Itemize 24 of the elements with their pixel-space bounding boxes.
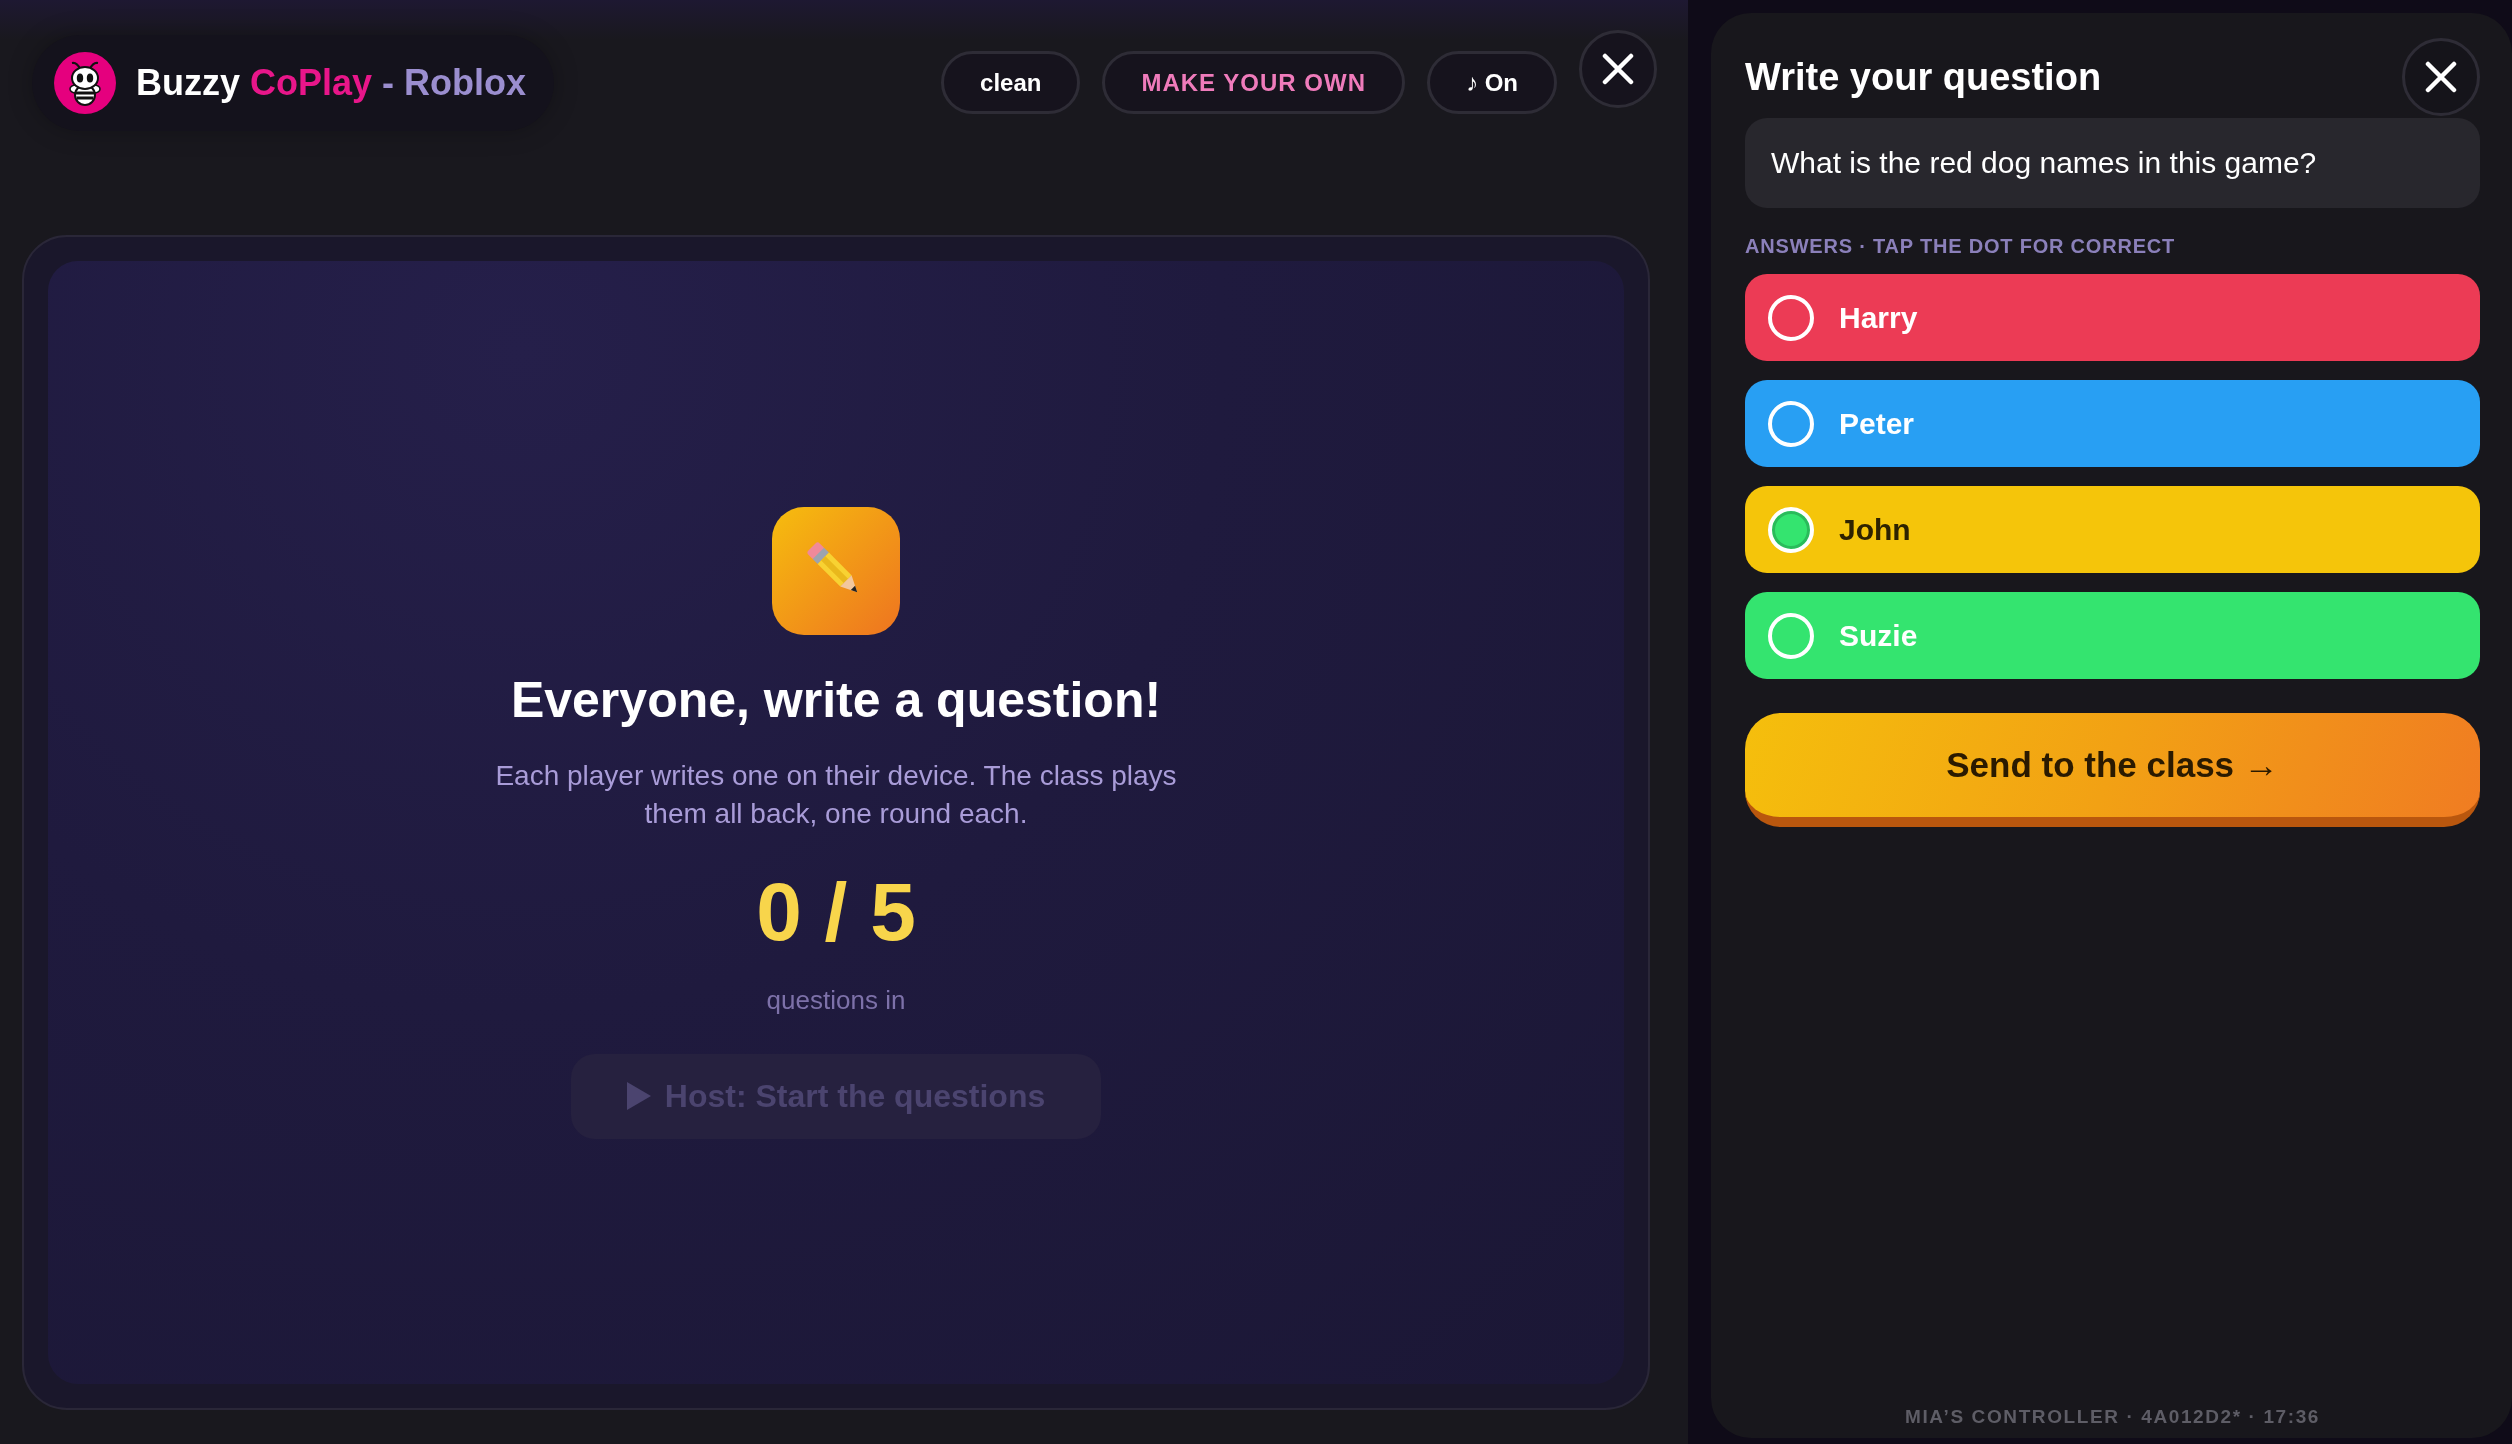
play-icon xyxy=(626,1082,651,1110)
count-label: questions in xyxy=(766,984,906,1016)
app-title: Buzzy CoPlay - Roblox xyxy=(136,62,527,104)
pencil-icon xyxy=(772,506,900,635)
answer-field[interactable]: Harry xyxy=(1745,274,2480,361)
question-count: 0 / 5 xyxy=(756,870,916,953)
close-icon xyxy=(1602,53,1634,85)
toolbar-button[interactable]: MAKE YOUR OWN xyxy=(1102,51,1405,114)
send-button[interactable]: Send to the class → xyxy=(1745,713,2480,827)
controller-info: MIA’S CONTROLLER · 4A012D2* · 17:36 xyxy=(1905,1406,2320,1428)
close-icon xyxy=(2425,61,2457,93)
question-field[interactable]: What is the red dog names in this game? xyxy=(1745,118,2480,208)
prompt-description: Each player writes one on their device. The class plays them all back, one round each. xyxy=(494,758,1178,831)
toolbar-button[interactable]: ♪ On xyxy=(1427,51,1557,114)
answers-label: ANSWERS · TAP THE DOT FOR CORRECT xyxy=(1745,235,2177,258)
radio-button[interactable] xyxy=(1768,400,1814,447)
radio-button[interactable] xyxy=(1768,612,1814,659)
radio-button[interactable] xyxy=(1768,506,1814,553)
radio-button[interactable] xyxy=(1768,294,1814,341)
answer-field[interactable]: John xyxy=(1745,486,2480,573)
prompt-title: Everyone, write a question! xyxy=(510,670,1162,729)
panel-title: Write your question xyxy=(1745,55,2102,99)
toolbar-button[interactable]: clean xyxy=(941,51,1081,114)
bee-logo-icon xyxy=(54,52,116,114)
